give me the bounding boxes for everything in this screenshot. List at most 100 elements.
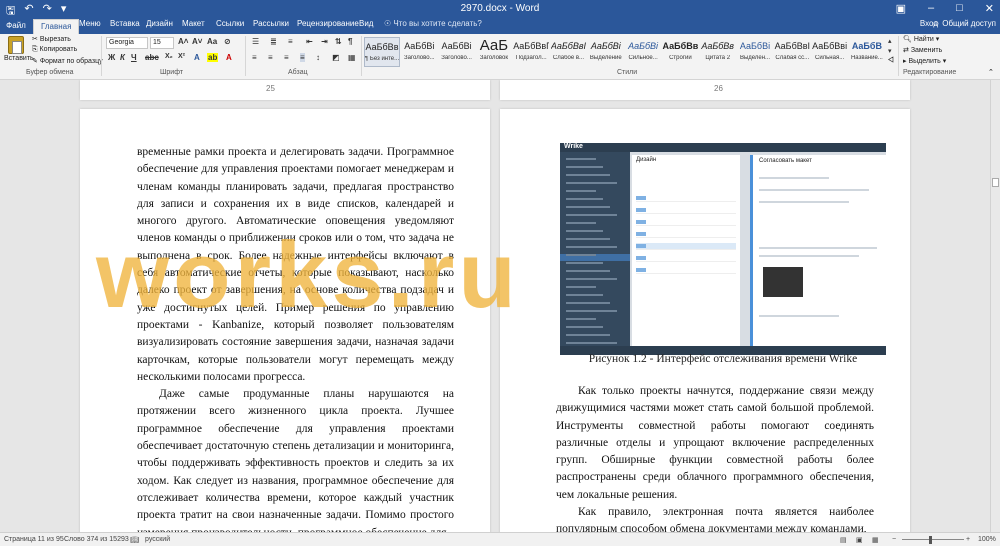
tab-mailings[interactable]: Рассылки (253, 19, 289, 28)
wrike-sidebar (560, 152, 630, 355)
decrease-indent-icon[interactable]: ⇤ (306, 37, 313, 46)
show-marks-icon[interactable]: ¶ (348, 37, 352, 46)
font-size-select[interactable]: 15 (150, 37, 174, 49)
replace-button[interactable]: ⇄ Заменить (903, 46, 942, 54)
cut-button[interactable]: ✂ Вырезать (32, 35, 71, 43)
style-item[interactable]: АаБ Заголовок (476, 37, 512, 67)
underline-button[interactable]: Ч (131, 53, 137, 62)
word-count[interactable]: Слово 374 из 15293 (64, 536, 129, 543)
find-button[interactable]: 🔍︎ Найти ▾ (903, 35, 939, 43)
zoom-out-icon[interactable]: − (892, 536, 896, 543)
style-item[interactable]: АаБбВвГ Подзагол... (513, 37, 549, 67)
tab-design[interactable]: Дизайн (146, 19, 173, 28)
web-layout-icon[interactable]: ▦ (872, 536, 879, 544)
style-item[interactable]: АаБбВі Заголово... (401, 37, 437, 67)
style-preview: АаБбВві (812, 41, 848, 51)
tab-view[interactable]: Вид (359, 19, 373, 28)
shrink-font-icon[interactable]: A˅ (192, 37, 202, 46)
print-layout-icon[interactable]: ▣ (856, 536, 863, 544)
style-item[interactable]: АаБбВі Выделение (588, 37, 624, 67)
wrike-topbar: Wrike (560, 143, 886, 152)
italic-button[interactable]: К (120, 53, 125, 62)
zoom-slider-thumb[interactable] (929, 536, 932, 544)
tab-insert[interactable]: Вставка (110, 19, 140, 28)
style-item[interactable]: АаБбВ Название... (849, 37, 885, 67)
paragraph: Как только проекты начнутся, поддержание… (556, 385, 874, 501)
style-item[interactable]: АаБбВі Выделен... (737, 37, 773, 67)
wrike-sidebar-item (566, 158, 596, 160)
shading-icon[interactable]: ◩ (332, 53, 340, 62)
style-name: Строгий (669, 55, 692, 61)
style-name: Слабая сс... (775, 55, 810, 61)
scrollbar-thumb[interactable] (992, 178, 999, 187)
language[interactable]: русский (145, 536, 170, 543)
page-count[interactable]: Страница 11 из 95 (4, 536, 64, 543)
tab-layout[interactable]: Макет (182, 19, 205, 28)
sort-icon[interactable]: ⇅ (335, 37, 342, 46)
text-effects-icon[interactable]: A (194, 53, 200, 62)
change-case-icon[interactable]: Aa (207, 37, 217, 46)
style-item[interactable]: АаБбВвІ Слабая сс... (774, 37, 810, 67)
copy-button[interactable]: ⎘ Копировать (32, 46, 77, 54)
format-painter-button[interactable]: ✎ Формат по образцу (32, 57, 103, 65)
tab-menu[interactable]: Меню (79, 19, 101, 28)
style-name: Выделение (589, 55, 622, 61)
tab-references[interactable]: Ссылки (216, 19, 244, 28)
align-right-icon[interactable]: ≡ (284, 53, 289, 62)
justify-icon[interactable]: ≡ (300, 53, 305, 62)
ribbon-display-icon[interactable]: ▣ (896, 2, 906, 15)
style-item[interactable]: АаБбВв ¶ Без инте... (364, 37, 400, 67)
wrike-sidebar-item (566, 254, 596, 256)
wrike-row (636, 195, 736, 202)
tab-file[interactable]: Файл (0, 17, 32, 34)
increase-indent-icon[interactable]: ⇥ (321, 37, 328, 46)
styles-scroll-up-icon[interactable]: ▴ (888, 37, 892, 45)
select-button[interactable]: ▸ Выделить ▾ (903, 57, 946, 65)
font-family-select[interactable]: Georgia (106, 37, 148, 49)
styles-scroll-down-icon[interactable]: ▾ (888, 47, 892, 55)
proofing-icon[interactable]: 📖︎ (130, 536, 139, 544)
font-color-icon[interactable]: A (226, 53, 232, 62)
grow-font-icon[interactable]: A˄ (178, 37, 188, 46)
align-center-icon[interactable]: ≡ (268, 53, 273, 62)
document-area[interactable]: 25 26 временные рамки проекта и делегиро… (0, 80, 990, 532)
ribbon-home: Вставить ✂ Вырезать ⎘ Копировать ✎ Форма… (0, 34, 1000, 80)
multilevel-list-icon[interactable]: ≡ (288, 37, 293, 46)
page-number: 26 (714, 84, 723, 93)
style-item[interactable]: АаБбВв Цитата 2 (700, 37, 736, 67)
left-page-body: временные рамки проекта и делегировать з… (137, 144, 454, 532)
align-left-icon[interactable]: ≡ (252, 53, 257, 62)
strikethrough-button[interactable]: abc (145, 53, 159, 62)
vertical-scrollbar[interactable] (990, 80, 1000, 532)
tab-home[interactable]: Главная (33, 19, 80, 34)
collapse-ribbon-icon[interactable]: ⌃ (988, 68, 994, 76)
tab-review[interactable]: Рецензирование (297, 19, 359, 28)
style-item[interactable]: АаБбВвІ Слабое в... (551, 37, 587, 67)
style-item[interactable]: АаБбВв Строгий (662, 37, 699, 67)
numbering-icon[interactable]: ≣ (270, 37, 277, 46)
tell-me-box[interactable]: ☉ Что вы хотите сделать? (384, 19, 482, 28)
paste-button[interactable]: Вставить (4, 36, 34, 62)
read-mode-icon[interactable]: ▤ (840, 536, 847, 544)
styles-more-icon[interactable]: ⨞ (888, 57, 894, 65)
line-spacing-icon[interactable]: ↕ (316, 53, 320, 62)
bold-button[interactable]: Ж (108, 53, 115, 62)
bullets-icon[interactable]: ☰ (252, 37, 259, 46)
clear-format-icon[interactable]: ⊘ (224, 37, 231, 46)
minimize-icon[interactable]: – (928, 2, 934, 15)
zoom-in-icon[interactable]: + (966, 536, 970, 543)
page-previous-left: 25 (80, 80, 490, 100)
title-bar: 🖫 ↶ ↷ ▾ 2970.docx - Word ▣ – □ ✕ (0, 0, 1000, 17)
style-item[interactable]: АаБбВі Заголово... (439, 37, 475, 67)
zoom-slider[interactable] (902, 539, 964, 540)
close-icon[interactable]: ✕ (985, 2, 994, 15)
subscript-button[interactable]: X₂ (165, 53, 173, 60)
share-button[interactable]: ☺ Общий доступ (932, 19, 996, 28)
highlight-icon[interactable]: ab (207, 53, 219, 62)
maximize-icon[interactable]: □ (956, 2, 963, 15)
superscript-button[interactable]: X² (178, 53, 185, 60)
zoom-level[interactable]: 100% (978, 536, 996, 543)
borders-icon[interactable]: ▦ (348, 53, 356, 62)
style-item[interactable]: АаБбВі Сильное... (625, 37, 661, 67)
style-item[interactable]: АаБбВві Сильная... (812, 37, 848, 67)
